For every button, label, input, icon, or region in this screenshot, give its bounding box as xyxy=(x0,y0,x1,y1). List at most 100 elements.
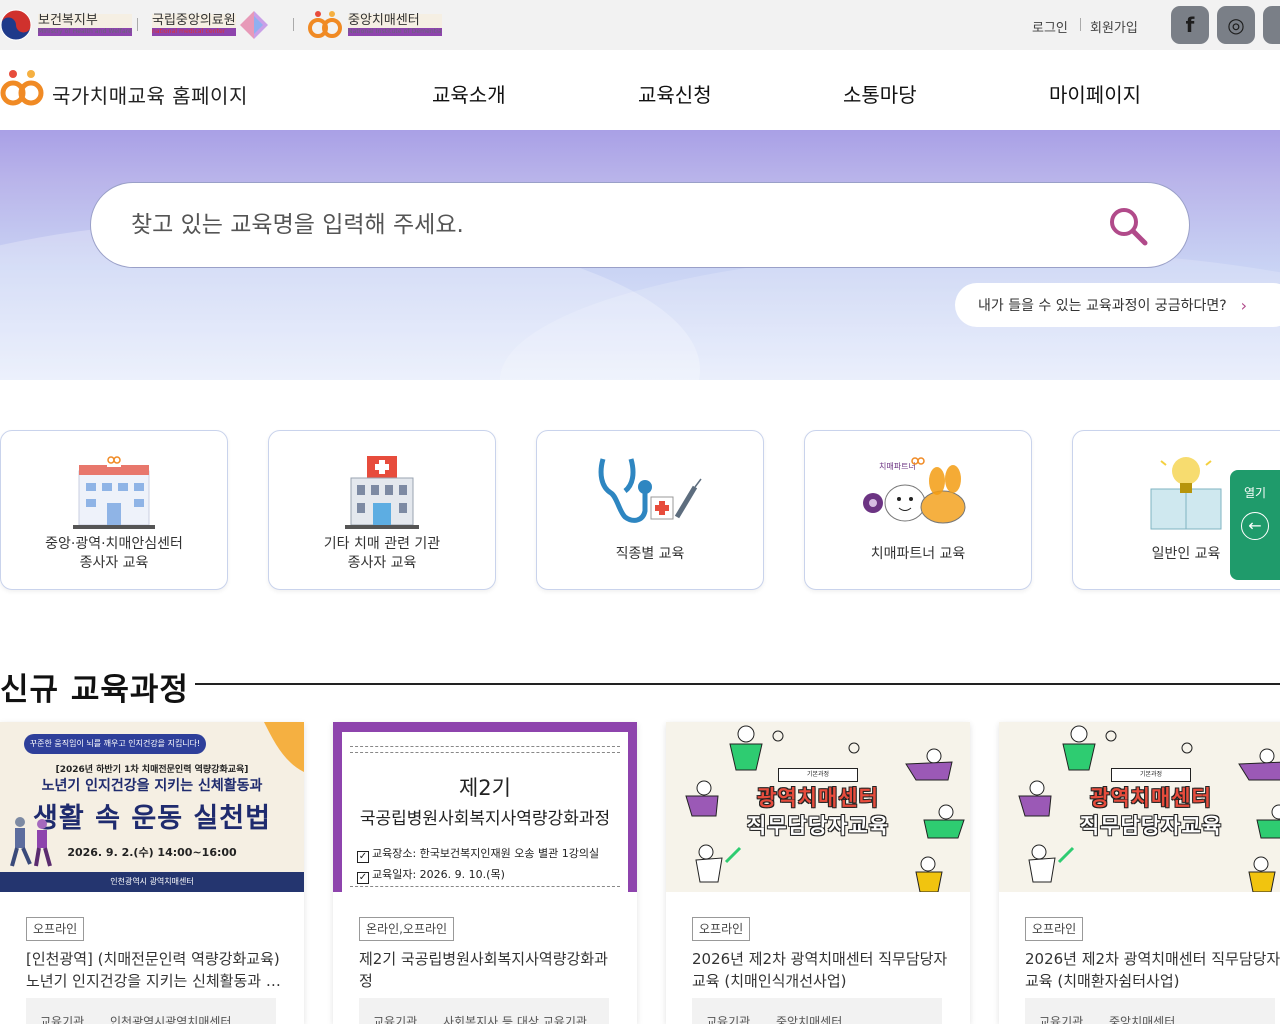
thumb-badge: 기본과정 xyxy=(778,768,858,782)
thumb-line1: 광역치매센터 xyxy=(757,786,879,810)
thumb-footer: 인천광역시 광역치매센터 xyxy=(0,872,304,892)
category-card-other-institution[interactable]: 기타 치매 관련 기관 종사자 교육 xyxy=(268,430,496,590)
thumb-date: 교육일자: 2026. 9. 10.(목) xyxy=(372,868,505,881)
thumb-date-row: ✓ 교육일자: 2026. 9. 10.(목) xyxy=(357,866,505,884)
course-title[interactable]: 2026년 제2차 광역치매센터 직무담당자교육 (치매인식개선사업) xyxy=(692,948,948,992)
thumb-dash-line xyxy=(350,752,620,753)
thumb-subheading: 국공립병원사회복지사역량강화과정 xyxy=(359,809,611,829)
checkbox-icon: ✓ xyxy=(357,851,369,863)
arrow-left-icon: ← xyxy=(1241,512,1269,540)
course-card[interactable]: 꾸준한 움직임이 뇌를 깨우고 인지건강을 지킵니다! [2026년 하반기 1… xyxy=(0,722,304,1024)
nav-edu-intro[interactable]: 교육소개 xyxy=(432,79,506,108)
meta-label: 교육기관 xyxy=(706,1015,751,1024)
course-type-badge: 오프라인 xyxy=(1025,917,1084,941)
thumb-line2: 직무담당자교육 xyxy=(746,814,890,838)
divider xyxy=(293,18,294,31)
thumb-place-row: ✓ 교육장소: 한국보건복지인재원 오송 별관 1강의실 xyxy=(357,845,599,863)
meta-label: 교육기관 xyxy=(40,1015,85,1024)
dementia-center-icon xyxy=(308,11,342,38)
thumb-badge: 기본과정 xyxy=(1111,768,1191,782)
course-type-badge: 오프라인 xyxy=(26,917,85,941)
section-title: 신규 교육과정 xyxy=(0,672,189,708)
course-type-badge: 오프라인 xyxy=(692,917,751,941)
bee-partner-icon: 치매파트너 xyxy=(863,457,966,524)
category-label: 치매파트너 교육 xyxy=(870,546,966,562)
lightbulb-book-icon xyxy=(1150,457,1222,530)
nav-community[interactable]: 소통마당 xyxy=(843,79,917,108)
thumb-dash-line xyxy=(350,886,620,887)
section-divider xyxy=(195,683,1280,685)
quick-menu-open-button[interactable]: 열기 ← xyxy=(1230,470,1280,580)
login-link[interactable]: 로그인 xyxy=(1032,17,1068,36)
meta-label: 교육기관 xyxy=(1039,1015,1084,1024)
mohw-logo[interactable]: 보건복지부 Ministry of Health and Welfare xyxy=(0,0,132,50)
org-sub: Ministry of Health and Welfare xyxy=(38,28,132,36)
signup-link[interactable]: 회원가입 xyxy=(1090,17,1138,36)
course-type-badge: 온라인,오프라인 xyxy=(359,917,455,941)
category-label: 중앙·광역·치매안심센터 종사자 교육 xyxy=(45,536,183,571)
course-title[interactable]: [인천광역] (치매전문인력 역량강화교육)노년기 인지건강을 지키는 신체활동… xyxy=(26,948,282,992)
course-title[interactable]: 2026년 제2차 광역치매센터 직무담당자교육 (치매환자쉼터사업) xyxy=(1025,948,1280,992)
facebook-icon[interactable]: f xyxy=(1171,6,1209,44)
site-logo-icon[interactable] xyxy=(0,67,44,109)
org-name: 국립중앙의료원 xyxy=(152,13,236,28)
thumb-subtitle: [2026년 하반기 1차 치매전문인력 역량강화교육] xyxy=(55,765,249,775)
category-label: 기타 치매 관련 기관 종사자 교육 xyxy=(323,536,441,571)
building-icon xyxy=(73,455,155,529)
course-card[interactable]: 기본과정 광역치매센터 직무담당자교육 오프라인 2026년 제2차 광역치매센… xyxy=(666,722,970,1024)
search-input[interactable] xyxy=(131,207,1081,243)
nav-mypage[interactable]: 마이페이지 xyxy=(1049,79,1141,108)
course-meta: 교육기관 인천광역시광역치매센터 xyxy=(26,998,276,1024)
site-header: 국가치매교육 홈페이지 교육소개 교육신청 소통마당 마이페이지 xyxy=(0,50,1280,130)
nmc-logo[interactable]: 국립중앙의료원 national medical center xyxy=(152,0,269,50)
divider xyxy=(137,18,138,31)
course-thumbnail: 기본과정 광역치매센터 직무담당자교육 xyxy=(666,722,970,892)
sns-more-icon[interactable] xyxy=(1263,6,1280,44)
course-title[interactable]: 제2기 국공립병원사회복지사역량강화과정 xyxy=(359,948,615,992)
org-name: 중앙치매센터 xyxy=(348,14,442,28)
category-label: 직종별 교육 xyxy=(615,546,685,562)
hospital-icon xyxy=(345,456,419,529)
thumb-paper: 제2기 국공립병원사회복지사역량강화과정 ✓ 교육장소: 한국보건복지인재원 오송… xyxy=(342,732,628,892)
course-meta: 교육기관 중앙치매센터 xyxy=(1025,998,1275,1024)
meta-value: 사회복지사 등 대상 교육기관 xyxy=(443,1015,587,1024)
category-card-partner[interactable]: 치매파트너 치매파트너 교육 xyxy=(804,430,1032,590)
course-card[interactable]: 제2기 국공립병원사회복지사역량강화과정 ✓ 교육장소: 한국보건복지인재원 오송… xyxy=(333,722,637,1024)
chevron-right-icon: › xyxy=(1240,295,1248,315)
checkbox-icon: ✓ xyxy=(357,872,369,884)
meta-label: 교육기관 xyxy=(373,1015,418,1024)
course-thumbnail: 꾸준한 움직임이 뇌를 깨우고 인지건강을 지킵니다! [2026년 하반기 1… xyxy=(0,722,304,892)
course-finder-link[interactable]: 내가 들을 수 있는 교육과정이 궁금하다면? › xyxy=(955,283,1280,327)
site-title[interactable]: 국가치매교육 홈페이지 xyxy=(52,80,248,109)
course-meta: 교육기관 중앙치매센터 xyxy=(692,998,942,1024)
org-sub: National Institute of Dementia xyxy=(348,28,442,36)
exercise-people-icon xyxy=(10,817,52,867)
utility-bar: 보건복지부 Ministry of Health and Welfare 국립중… xyxy=(0,0,1280,50)
course-thumbnail: 제2기 국공립병원사회복지사역량강화과정 ✓ 교육장소: 한국보건복지인재원 오송… xyxy=(333,722,637,892)
nid-logo[interactable]: 중앙치매센터 National Institute of Dementia xyxy=(308,0,442,50)
meta-value: 인천광역시광역치매센터 xyxy=(110,1015,232,1024)
category-card-center-staff[interactable]: 중앙·광역·치매안심센터 종사자 교육 xyxy=(0,430,228,590)
course-card[interactable]: 기본과정 광역치매센터 직무담당자교육 오프라인 2026년 제2차 광역치매센… xyxy=(999,722,1280,1024)
course-finder-label: 내가 들을 수 있는 교육과정이 궁금하다면? xyxy=(978,298,1227,314)
org-name: 보건복지부 xyxy=(38,14,132,28)
hero-banner: 내가 들을 수 있는 교육과정이 궁금하다면? › xyxy=(0,130,1280,380)
nav-edu-apply[interactable]: 교육신청 xyxy=(638,79,712,108)
search-box xyxy=(90,182,1190,268)
course-thumbnail: 기본과정 광역치매센터 직무담당자교육 xyxy=(999,722,1280,892)
category-card-occupation[interactable]: 직종별 교육 xyxy=(536,430,764,590)
thumb-ribbon: 꾸준한 움직임이 뇌를 깨우고 인지건강을 지킵니다! xyxy=(24,734,206,754)
thumb-heading: 제2기 xyxy=(458,776,511,800)
instagram-icon[interactable]: ◎ xyxy=(1217,6,1255,44)
thumb-place: 교육장소: 한국보건복지인재원 오송 별관 1강의실 xyxy=(372,847,600,860)
meta-value: 중앙치매센터 xyxy=(1109,1015,1176,1024)
partner-badge-text: 치매파트너 xyxy=(879,461,916,471)
thumb-line2: 직무담당자교육 xyxy=(1079,814,1223,838)
stethoscope-icon xyxy=(598,458,702,523)
search-icon[interactable] xyxy=(1105,203,1151,249)
org-sub: national medical center xyxy=(152,28,236,36)
meta-value: 중앙치매센터 xyxy=(776,1015,843,1024)
thumb-dash-line xyxy=(350,746,620,747)
nmc-diamond-icon xyxy=(239,11,268,39)
divider xyxy=(1080,18,1081,31)
